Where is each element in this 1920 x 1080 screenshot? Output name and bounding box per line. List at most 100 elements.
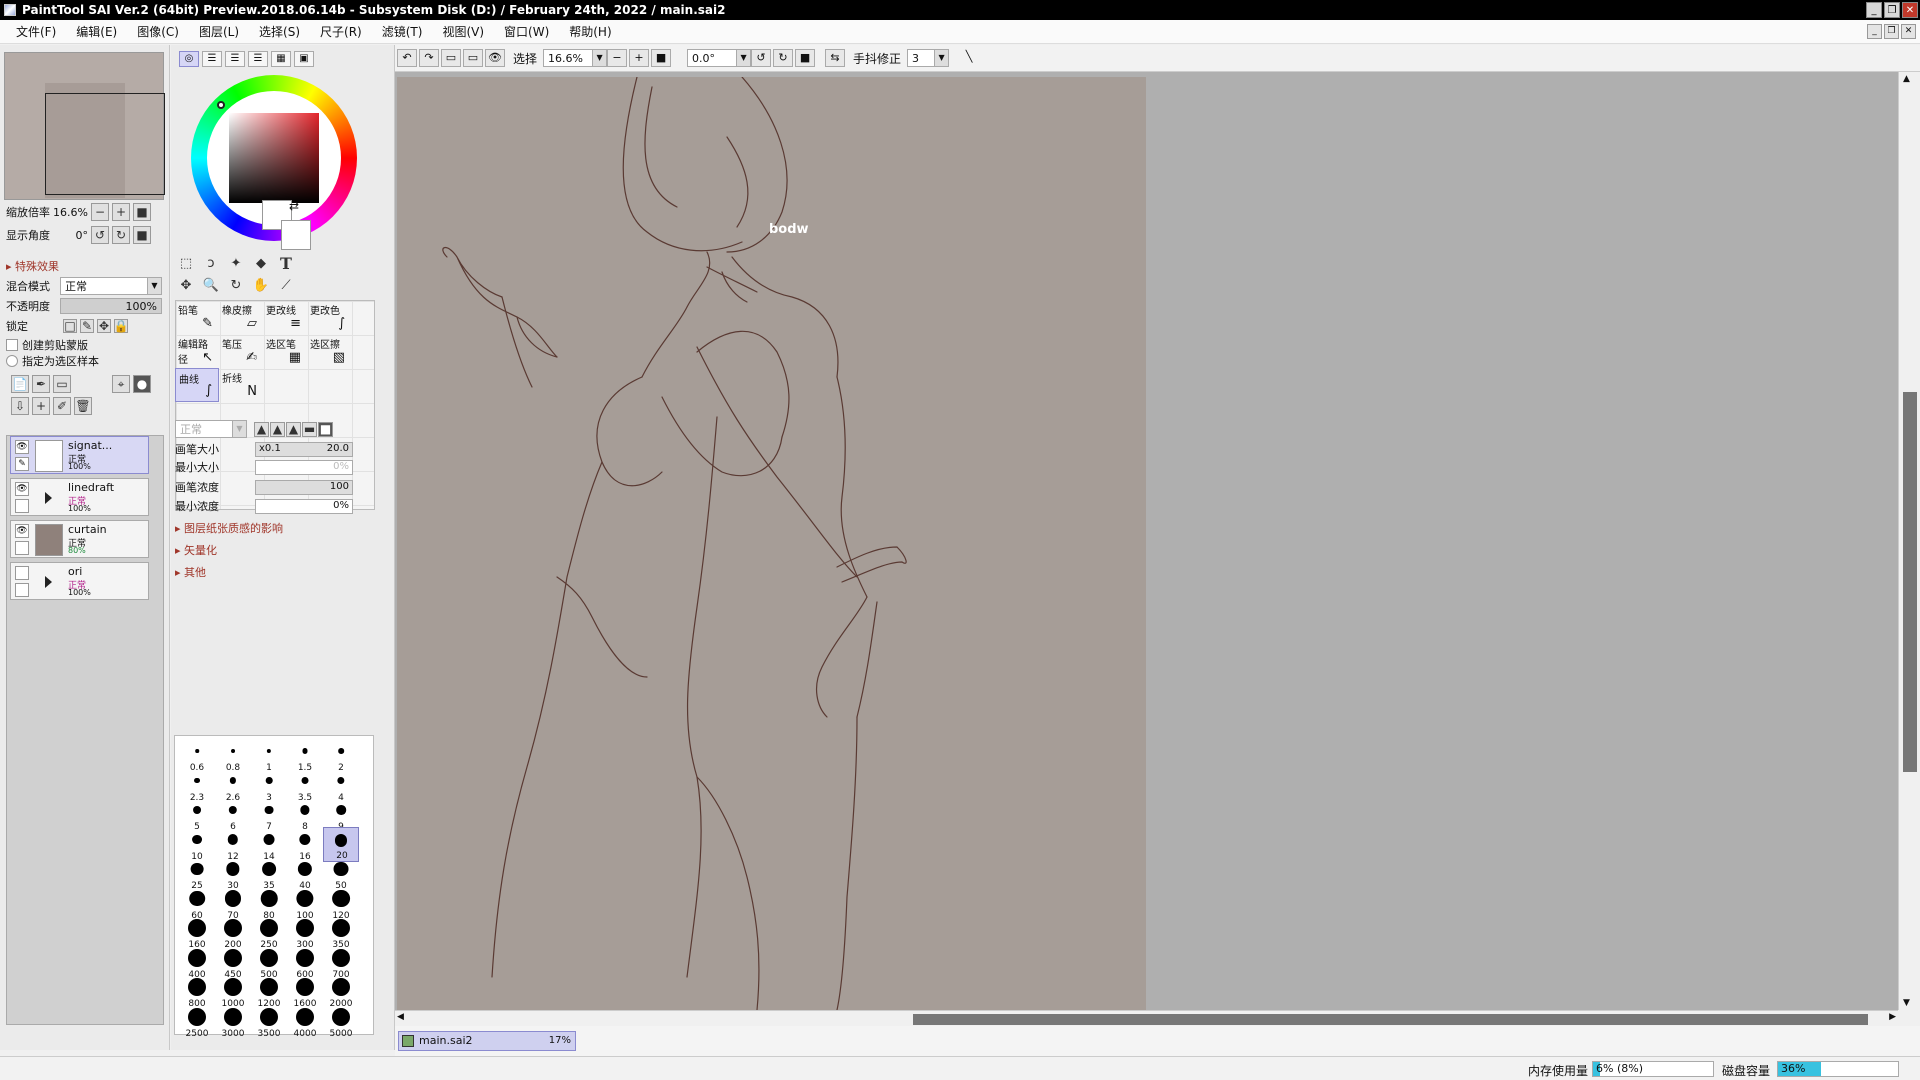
menu-window[interactable]: 窗口(W) (494, 23, 559, 40)
color-wheel-mode-icon[interactable]: ◎ (179, 51, 199, 67)
min-density-slider[interactable]: 0% (255, 498, 353, 514)
lock-box[interactable] (15, 583, 29, 597)
new-layer-icon[interactable]: 📄 (11, 375, 29, 393)
brush-mode-select[interactable]: 正常 ▼ (175, 420, 247, 438)
secondary-color-swatch[interactable] (281, 220, 311, 250)
lock-paint-icon[interactable]: ✎ (80, 319, 94, 333)
brush-tool-5[interactable]: 笔压 ✍ (219, 334, 263, 368)
doc-minimize-button[interactable]: _ (1867, 24, 1882, 39)
maximize-button[interactable]: ❐ (1884, 2, 1900, 18)
move-icon[interactable]: ✥ (175, 275, 197, 297)
zoom-out-button[interactable]: − (91, 203, 109, 221)
rotate-icon[interactable]: ↻ (225, 275, 247, 297)
menu-layer[interactable]: 图层(L) (189, 23, 249, 40)
effects-expander[interactable]: ▸ 特殊效果 (6, 258, 59, 274)
brush-tool-3[interactable]: 更改色 ∫ (307, 300, 351, 334)
brush-tool-1[interactable]: 橡皮擦 ▱ (219, 300, 263, 334)
swatch-icon[interactable]: ▦ (271, 51, 291, 67)
canvas-area[interactable]: bodw (395, 72, 1898, 1010)
redo-icon[interactable]: ↷ (419, 49, 439, 67)
saturation-value-square[interactable] (229, 113, 319, 203)
menu-filter[interactable]: 滤镜(T) (372, 23, 433, 40)
zoom-fit-icon[interactable]: ■ (651, 49, 672, 67)
density-slider[interactable]: 100 (255, 479, 353, 495)
vertical-scrollbar[interactable]: ▲ ▼ (1898, 72, 1920, 1010)
brush-tool-8[interactable]: 曲线 ∫ (175, 368, 219, 402)
canvas-paper[interactable]: bodw (397, 77, 1146, 1010)
lock-box[interactable] (15, 499, 29, 513)
other-expander[interactable]: ▸ 其他 (175, 564, 206, 580)
merge-icon[interactable]: + (32, 397, 50, 415)
deselect-icon[interactable]: ▭ (441, 49, 461, 67)
tip-hard-icon[interactable]: ▲ (254, 421, 269, 437)
minimize-button[interactable]: _ (1866, 2, 1882, 18)
document-tab-main[interactable]: main.sai2 17% (398, 1031, 576, 1051)
paper-texture-expander[interactable]: ▸ 图层纸张质感的影响 (175, 520, 283, 536)
menu-ruler[interactable]: 尺子(R) (310, 23, 372, 40)
zoom-in-button[interactable]: + (112, 203, 130, 221)
shape-icon[interactable]: ◆ (250, 253, 272, 275)
scratchpad-icon[interactable]: ▣ (294, 51, 314, 67)
brush-tool-4[interactable]: 编辑路径 ↖ (175, 334, 219, 368)
stabilizer-select[interactable]: 3 ▼ (907, 49, 950, 67)
rotate-reset-icon[interactable]: ■ (795, 49, 816, 67)
lock-box[interactable] (15, 541, 29, 555)
layer-item-ori[interactable]: ori 正常 100% (10, 562, 149, 600)
tip-flat-icon[interactable]: ▬ (302, 421, 317, 437)
horizontal-scroll-thumb[interactable] (913, 1014, 1868, 1025)
zoom-icon[interactable]: 🔍 (200, 275, 222, 297)
folder-expand-icon[interactable] (45, 576, 52, 588)
eye-icon[interactable]: 👁 (15, 482, 29, 496)
text-tool-icon[interactable]: T (275, 253, 297, 275)
tip-square-icon[interactable]: ■ (318, 421, 333, 437)
magic-wand-icon[interactable]: ✦ (225, 253, 247, 275)
rotate-ccw-icon[interactable]: ↺ (751, 49, 772, 67)
move-down-icon[interactable]: ⇩ (11, 397, 29, 415)
tip-round-icon[interactable]: ▲ (270, 421, 285, 437)
scroll-up-icon[interactable]: ▲ (1903, 74, 1910, 84)
canvas-angle-select[interactable]: 0.0° ▼ (687, 49, 752, 67)
scroll-left-icon[interactable]: ◀ (397, 1012, 404, 1022)
undo-icon[interactable]: ↶ (397, 49, 417, 67)
menu-file[interactable]: 文件(F) (6, 23, 66, 40)
lock-all-icon[interactable]: 🔒 (114, 319, 128, 333)
rgb-slider-icon[interactable]: ☰ (202, 51, 222, 67)
scroll-right-icon[interactable]: ▶ (1889, 1012, 1896, 1022)
vertical-scroll-thumb[interactable] (1903, 392, 1917, 772)
swap-colors-icon[interactable]: ⇄ (289, 199, 299, 213)
canvas-zoom-select[interactable]: 16.6% ▼ (543, 49, 608, 67)
brush-tool-7[interactable]: 选区擦 ▧ (307, 334, 351, 368)
hand-icon[interactable]: ✋ (250, 275, 272, 297)
zoom-out-icon[interactable]: − (607, 49, 628, 67)
brush-tool-0[interactable]: 铅笔 ✎ (175, 300, 219, 334)
doc-restore-button[interactable]: ❐ (1884, 24, 1899, 39)
eyedropper-icon[interactable]: ⟋ (275, 275, 297, 297)
new-mask-icon[interactable]: ▭ (53, 375, 71, 393)
brush-size-slider[interactable]: x0.1 20.0 (255, 441, 353, 457)
straight-line-icon[interactable]: ╲ (959, 49, 979, 67)
transform-icon[interactable]: ⌖ (112, 375, 130, 393)
horizontal-scrollbar[interactable]: ◀ ▶ (395, 1010, 1898, 1026)
invert-selection-icon[interactable]: ▭ (463, 49, 483, 67)
layer-mask-icon[interactable]: ● (133, 375, 151, 393)
clear-layer-icon[interactable]: ✐ (53, 397, 71, 415)
clip-checkbox[interactable] (6, 339, 18, 351)
zoom-reset-button[interactable]: ■ (133, 203, 151, 221)
lasso-icon[interactable]: ↄ (200, 253, 222, 275)
folder-expand-icon[interactable] (45, 492, 52, 504)
select-source-radio[interactable] (6, 355, 18, 367)
brush-size-cell[interactable]: 3000 (215, 1004, 251, 1039)
rotate-right-button[interactable]: ↻ (112, 226, 130, 244)
eye-icon-hidden[interactable] (15, 566, 29, 580)
rotate-reset-button[interactable]: ■ (133, 226, 151, 244)
navigator-viewport[interactable] (45, 93, 165, 195)
brush-tool-2[interactable]: 更改线 ≡ (263, 300, 307, 334)
delete-layer-icon[interactable]: 🗑 (74, 397, 92, 415)
layer-item-curtain[interactable]: 👁 curtain 正常 80% (10, 520, 149, 558)
layer-item-signature[interactable]: 👁 ✎ signat... 正常 100% (10, 436, 149, 474)
blend-mode-select[interactable]: 正常 ▼ (60, 277, 162, 295)
doc-close-button[interactable]: ✕ (1901, 24, 1916, 39)
brush-size-cell[interactable]: 3500 (251, 1004, 287, 1039)
pen-icon[interactable]: ✎ (15, 457, 29, 471)
menu-help[interactable]: 帮助(H) (559, 23, 621, 40)
